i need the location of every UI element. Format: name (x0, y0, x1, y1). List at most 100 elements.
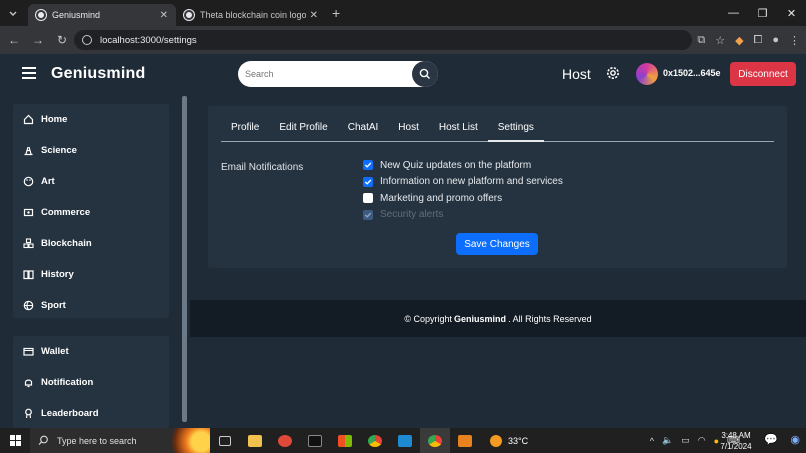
new-tab-button[interactable]: + (332, 5, 340, 21)
url-text: localhost:3000/settings (100, 34, 197, 46)
sidebar-item-wallet[interactable]: Wallet (13, 336, 169, 367)
disconnect-button[interactable]: Disconnect (730, 62, 796, 86)
option-new-quiz[interactable]: New Quiz updates on the platform (363, 157, 563, 174)
tab-host[interactable]: Host (388, 116, 429, 142)
wifi-icon[interactable]: ◠ (698, 435, 706, 446)
taskbar-clock[interactable]: 3:48 AM 7/1/2024 (714, 430, 758, 452)
save-changes-button[interactable]: Save Changes (456, 233, 538, 255)
tab-profile[interactable]: Profile (221, 116, 269, 142)
category-nav: Home Science Art Commerce Blockchain His… (13, 104, 169, 318)
option-new-platform-info[interactable]: Information on new platform and services (363, 174, 563, 191)
sidebar: Home Science Art Commerce Blockchain His… (0, 94, 190, 428)
sidebar-item-commerce[interactable]: Commerce (13, 197, 169, 228)
checkbox-checked[interactable] (363, 160, 373, 171)
copyright-suffix: . All Rights Reserved (508, 313, 592, 324)
host-link[interactable]: Host (562, 66, 591, 82)
taskbar-search-placeholder: Type here to search (57, 435, 137, 446)
search-icon (419, 68, 430, 79)
chevron-up-icon[interactable]: ^ (650, 436, 654, 446)
browser-tab[interactable]: Theta blockchain coin logo - Go ✕ (176, 4, 326, 26)
reload-icon[interactable]: ↻ (50, 33, 74, 47)
hamburger-menu-icon[interactable] (22, 67, 36, 79)
search-icon (38, 435, 48, 445)
sidebar-item-label: Home (41, 114, 68, 125)
option-label: New Quiz updates on the platform (380, 159, 532, 171)
main-content: Profile Edit Profile ChatAI Host Host Li… (190, 94, 806, 428)
sidebar-item-blockchain[interactable]: Blockchain (13, 228, 169, 259)
sidebar-item-art[interactable]: Art (13, 166, 169, 197)
extension-metamask-icon[interactable]: ◆ (735, 34, 743, 47)
tab-search-button[interactable] (2, 2, 24, 24)
metamask-app-icon[interactable] (450, 428, 480, 453)
microsoft-store-icon[interactable] (330, 428, 360, 453)
sidebar-item-history[interactable]: History (13, 259, 169, 290)
tab-edit-profile[interactable]: Edit Profile (269, 116, 337, 142)
file-explorer-icon[interactable] (240, 428, 270, 453)
notification-center-icon[interactable]: 💬 (764, 433, 778, 446)
site-info-icon[interactable] (82, 35, 92, 45)
sidebar-scrollbar[interactable] (182, 96, 187, 422)
book-icon (22, 269, 34, 280)
copyright-brand: Geniusmind (454, 313, 507, 324)
sidebar-item-notification[interactable]: Notification (13, 367, 169, 398)
sidebar-item-label: Sport (41, 300, 66, 311)
option-security-alerts: Security alerts (363, 207, 563, 224)
tab-host-list[interactable]: Host List (429, 116, 488, 142)
google-favicon-icon (184, 10, 194, 20)
settings-gear-button[interactable] (605, 65, 621, 86)
tab-settings[interactable]: Settings (487, 116, 544, 142)
browser-tab-active[interactable]: Geniusmind ✕ (28, 4, 176, 26)
window-controls: — ❐ ✕ (719, 0, 806, 26)
checkbox-unchecked[interactable] (363, 193, 373, 204)
close-window-icon[interactable]: ✕ (777, 7, 806, 20)
option-label: Security alerts (380, 209, 444, 221)
close-icon[interactable]: ✕ (160, 10, 168, 21)
wallet-icon (22, 346, 34, 357)
browser-menu-icon[interactable]: ⋮ (789, 34, 800, 47)
sidebar-item-label: Leaderboard (41, 408, 99, 419)
wps-office-icon[interactable] (270, 428, 300, 453)
restore-icon[interactable]: ❐ (748, 7, 777, 20)
windows-start-button[interactable] (0, 435, 30, 446)
task-view-icon[interactable] (210, 428, 240, 453)
tab-chatai[interactable]: ChatAI (338, 116, 389, 142)
checkbox-checked[interactable] (363, 176, 373, 187)
wallet-address[interactable]: 0x1502...645e (663, 68, 721, 78)
browser-tab-strip: Geniusmind ✕ Theta blockchain coin logo … (0, 0, 806, 26)
sidebar-item-sport[interactable]: Sport (13, 290, 169, 321)
chrome-icon[interactable] (360, 428, 390, 453)
app-header: Geniusmind Host 0x1502...645e Disconnect (0, 54, 806, 94)
forward-arrow-icon[interactable]: → (26, 33, 50, 47)
minimize-icon[interactable]: — (719, 7, 748, 19)
sidebar-item-science[interactable]: Science (13, 135, 169, 166)
terminal-icon[interactable] (300, 428, 330, 453)
extensions-puzzle-icon[interactable]: ⧠ (754, 34, 763, 47)
clock-time: 3:48 AM (721, 431, 751, 440)
sidebar-item-label: Notification (41, 377, 94, 388)
volume-icon[interactable]: 🔈 (662, 435, 673, 446)
battery-icon[interactable]: ▭ (681, 435, 690, 446)
search-input[interactable] (238, 61, 408, 87)
sidebar-item-label: Wallet (41, 346, 69, 357)
chrome-active-icon[interactable] (420, 428, 450, 453)
copyright-prefix: © Copyright (404, 313, 453, 324)
close-icon[interactable]: ✕ (310, 10, 318, 21)
copilot-icon[interactable]: ◉ (790, 433, 800, 446)
install-app-icon[interactable]: ⧉ (697, 34, 705, 47)
weather-widget[interactable]: 33°C (490, 434, 528, 447)
vscode-icon[interactable] (390, 428, 420, 453)
app-logo[interactable]: Geniusmind (51, 65, 145, 83)
search-button[interactable] (412, 61, 438, 87)
notification-options: New Quiz updates on the platform Informa… (363, 157, 563, 223)
wallet-avatar[interactable] (636, 63, 658, 85)
profile-icon[interactable]: ● (772, 34, 779, 46)
option-marketing[interactable]: Marketing and promo offers (363, 190, 563, 207)
browser-toolbar: ⧉ ☆ ◆ ⧠ ● ⋮ (697, 30, 800, 50)
sidebar-item-home[interactable]: Home (13, 104, 169, 135)
back-arrow-icon[interactable]: ← (2, 33, 26, 47)
account-nav: Wallet Notification Leaderboard (13, 336, 169, 428)
sidebar-item-leaderboard[interactable]: Leaderboard (13, 398, 169, 429)
taskbar-search[interactable]: Type here to search (30, 428, 210, 453)
bookmark-star-icon[interactable]: ☆ (715, 34, 725, 47)
url-field[interactable]: localhost:3000/settings (74, 30, 692, 50)
